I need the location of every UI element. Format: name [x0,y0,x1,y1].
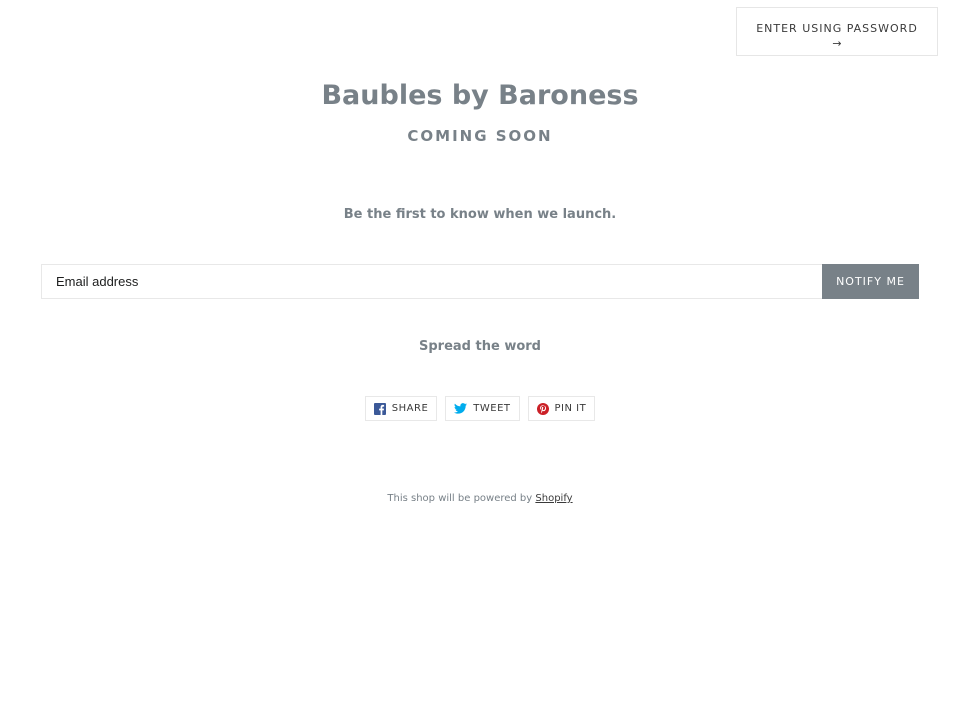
share-twitter-label: TWEET [473,403,511,414]
enter-password-label: ENTER USING PASSWORD [756,21,918,35]
shopify-link[interactable]: Shopify [535,493,572,504]
share-twitter-button[interactable]: TWEET [445,396,520,421]
share-facebook-button[interactable]: SHARE [364,396,438,421]
share-pinterest-button[interactable]: PIN IT [527,396,596,421]
share-pinterest-label: PIN IT [554,403,587,414]
powered-by-footer: This shop will be powered by Shopify [0,493,960,504]
social-share-buttons: SHARE TWEET PIN IT [0,396,960,421]
password-page: ENTER USING PASSWORD → Baubles by Barone… [0,0,960,720]
email-input[interactable] [41,264,822,299]
newsletter-form: NOTIFY ME [41,264,919,299]
notify-me-button[interactable]: NOTIFY ME [822,264,919,299]
facebook-icon [373,402,386,415]
arrow-right-icon: → [832,36,842,50]
coming-soon-heading: COMING SOON [407,127,553,145]
twitter-icon [454,403,468,414]
store-title: Baubles by Baroness [321,80,639,111]
powered-by-text: This shop will be powered by [387,493,533,504]
pinterest-icon [536,402,549,415]
launch-tagline: Be the first to know when we launch. [343,207,617,222]
enter-password-button[interactable]: ENTER USING PASSWORD → [736,7,938,56]
share-facebook-label: SHARE [391,403,429,414]
spread-the-word-heading: Spread the word [419,339,541,354]
